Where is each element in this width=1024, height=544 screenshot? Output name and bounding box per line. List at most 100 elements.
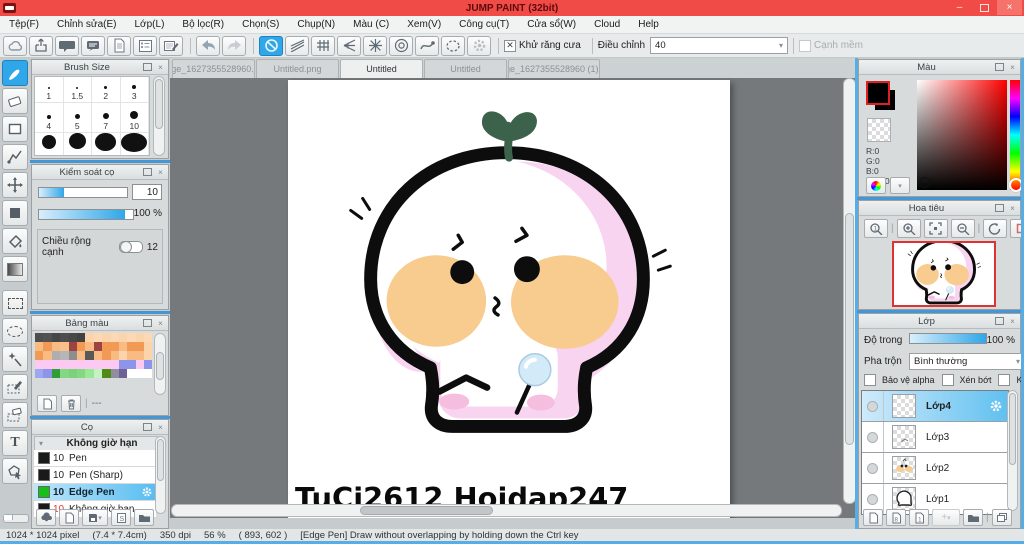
palette-swatch[interactable]: [127, 360, 136, 369]
menu-item-5[interactable]: Chụp(N): [288, 19, 344, 30]
palette-swatch[interactable]: [144, 369, 153, 378]
transparent-color-swatch[interactable]: [867, 118, 891, 142]
new-1bit-layer-button[interactable]: 1: [909, 509, 929, 526]
menu-item-8[interactable]: Công cụ(T): [450, 19, 518, 30]
menu-item-0[interactable]: Tệp(F): [0, 19, 48, 30]
close-icon[interactable]: ×: [1007, 316, 1018, 326]
palette-swatch[interactable]: [135, 360, 145, 369]
close-icon[interactable]: ×: [155, 318, 166, 328]
palette-swatch[interactable]: [135, 351, 145, 360]
comment-button[interactable]: [55, 35, 79, 56]
menu-item-11[interactable]: Help: [629, 19, 668, 30]
zoom-100-button[interactable]: 1: [864, 219, 888, 238]
layer-visibility-toggle[interactable]: [867, 400, 878, 412]
brush-row-pen-sharp[interactable]: 10 Pen (Sharp): [34, 467, 156, 484]
cloud-button[interactable]: [3, 35, 27, 56]
popout-icon[interactable]: [142, 318, 153, 328]
gradient-tool[interactable]: [2, 256, 28, 282]
navigator-header[interactable]: Hoa tiêu ×: [859, 201, 1020, 216]
brush-list-scrollbar[interactable]: [155, 436, 166, 514]
dock-splitter[interactable]: [30, 160, 170, 163]
close-icon[interactable]: ×: [1007, 203, 1018, 213]
brush-row-pen[interactable]: 10 Pen: [34, 450, 156, 467]
palette-swatch[interactable]: [144, 360, 153, 369]
fill-shape-tool[interactable]: [2, 200, 28, 226]
color-header[interactable]: Màu ×: [859, 60, 1020, 75]
popout-icon[interactable]: [994, 203, 1005, 213]
palette-swatch[interactable]: [35, 360, 44, 369]
edge-width-toggle[interactable]: [119, 241, 143, 253]
brush-size-cell[interactable]: [35, 133, 64, 155]
ellipse-snap-button[interactable]: [441, 35, 465, 56]
palette-swatch[interactable]: [51, 342, 61, 351]
brush-size-cell[interactable]: 10: [120, 103, 149, 133]
zoom-in-button[interactable]: [896, 219, 921, 238]
canvas-workspace[interactable]: TuCi2612 Hoidap247: [170, 78, 857, 518]
brush-list-header[interactable]: Cọ ×: [32, 420, 168, 435]
palette-swatch[interactable]: [144, 351, 153, 360]
brush-script-button[interactable]: S: [111, 509, 131, 526]
palette-swatch[interactable]: [76, 351, 86, 360]
palette-swatch[interactable]: [43, 351, 52, 360]
palette-swatch[interactable]: [93, 333, 103, 342]
shape-select-tool[interactable]: [2, 458, 28, 484]
palette-swatch[interactable]: [135, 333, 145, 342]
document-button[interactable]: [107, 35, 131, 56]
undo-button[interactable]: [196, 35, 220, 56]
palette-swatch[interactable]: [35, 342, 44, 351]
palette-swatch[interactable]: [51, 333, 61, 342]
saturation-value-picker[interactable]: [917, 80, 1007, 190]
palette-swatch[interactable]: [118, 360, 128, 369]
palette-swatch[interactable]: [51, 351, 61, 360]
palette-swatch[interactable]: [43, 360, 52, 369]
palette-scrollbar[interactable]: [154, 333, 166, 395]
tab-1[interactable]: Untitled.png: [256, 59, 339, 78]
zoom-out-button[interactable]: [950, 219, 975, 238]
color-more-button[interactable]: ▾: [890, 177, 910, 194]
palette-swatch[interactable]: [144, 333, 153, 342]
brush-new-button[interactable]: [59, 509, 79, 526]
brush-row-edge-pen[interactable]: 10 Edge Pen: [34, 484, 156, 501]
popout-icon[interactable]: [142, 167, 153, 177]
shape-rect-tool[interactable]: [2, 116, 28, 142]
layer-blend-combo[interactable]: Bình thường ▾: [909, 353, 1024, 370]
brush-size-cell[interactable]: 1: [35, 77, 64, 103]
brush-size-grid[interactable]: 1 1.5 2 3 4 5 7 10: [34, 76, 150, 156]
layer-visibility-toggle[interactable]: [867, 431, 878, 443]
menu-item-3[interactable]: Bộ lọc(R): [173, 19, 233, 30]
palette-swatch[interactable]: [110, 342, 119, 351]
select-eraser-tool[interactable]: [2, 402, 28, 428]
lasso-select-tool[interactable]: [2, 318, 28, 344]
tab-3[interactable]: Untitled: [424, 59, 507, 78]
palette-swatch[interactable]: [35, 369, 44, 378]
palette-swatch[interactable]: [60, 333, 69, 342]
form-button[interactable]: [133, 35, 157, 56]
edit-form-button[interactable]: [159, 35, 183, 56]
palette-swatch[interactable]: [68, 360, 77, 369]
palette-swatch[interactable]: [68, 351, 77, 360]
brush-size-cell[interactable]: 1.5: [63, 77, 92, 103]
palette-swatch[interactable]: [76, 333, 86, 342]
palette-swatch[interactable]: [110, 351, 119, 360]
palette-swatch[interactable]: [85, 351, 94, 360]
brush-size-cell[interactable]: 4: [35, 103, 64, 133]
palette-swatch[interactable]: [43, 369, 52, 378]
palette-swatch[interactable]: [51, 360, 61, 369]
palette-header[interactable]: Bảng màu ×: [32, 316, 168, 331]
brush-tool[interactable]: [2, 60, 28, 86]
layer-folder-button[interactable]: [963, 509, 983, 526]
brush-cloud-download-button[interactable]: [36, 509, 56, 526]
brush-size-cell[interactable]: 5: [63, 103, 92, 133]
brush-folder-button[interactable]: [134, 509, 154, 526]
brush-size-cell[interactable]: 2: [92, 77, 121, 103]
merge-layer-button[interactable]: + ▾: [932, 509, 960, 526]
menu-item-2[interactable]: Lớp(L): [126, 19, 174, 30]
palette-swatch[interactable]: [110, 360, 119, 369]
palette-swatch[interactable]: [76, 369, 86, 378]
no-correction-mode-button[interactable]: [259, 35, 283, 56]
soft-edge-checkbox[interactable]: [799, 39, 812, 52]
palette-swatch[interactable]: [68, 342, 77, 351]
close-icon[interactable]: ×: [155, 62, 166, 72]
menu-item-7[interactable]: Xem(V): [398, 19, 450, 30]
hue-slider[interactable]: [1008, 80, 1023, 192]
